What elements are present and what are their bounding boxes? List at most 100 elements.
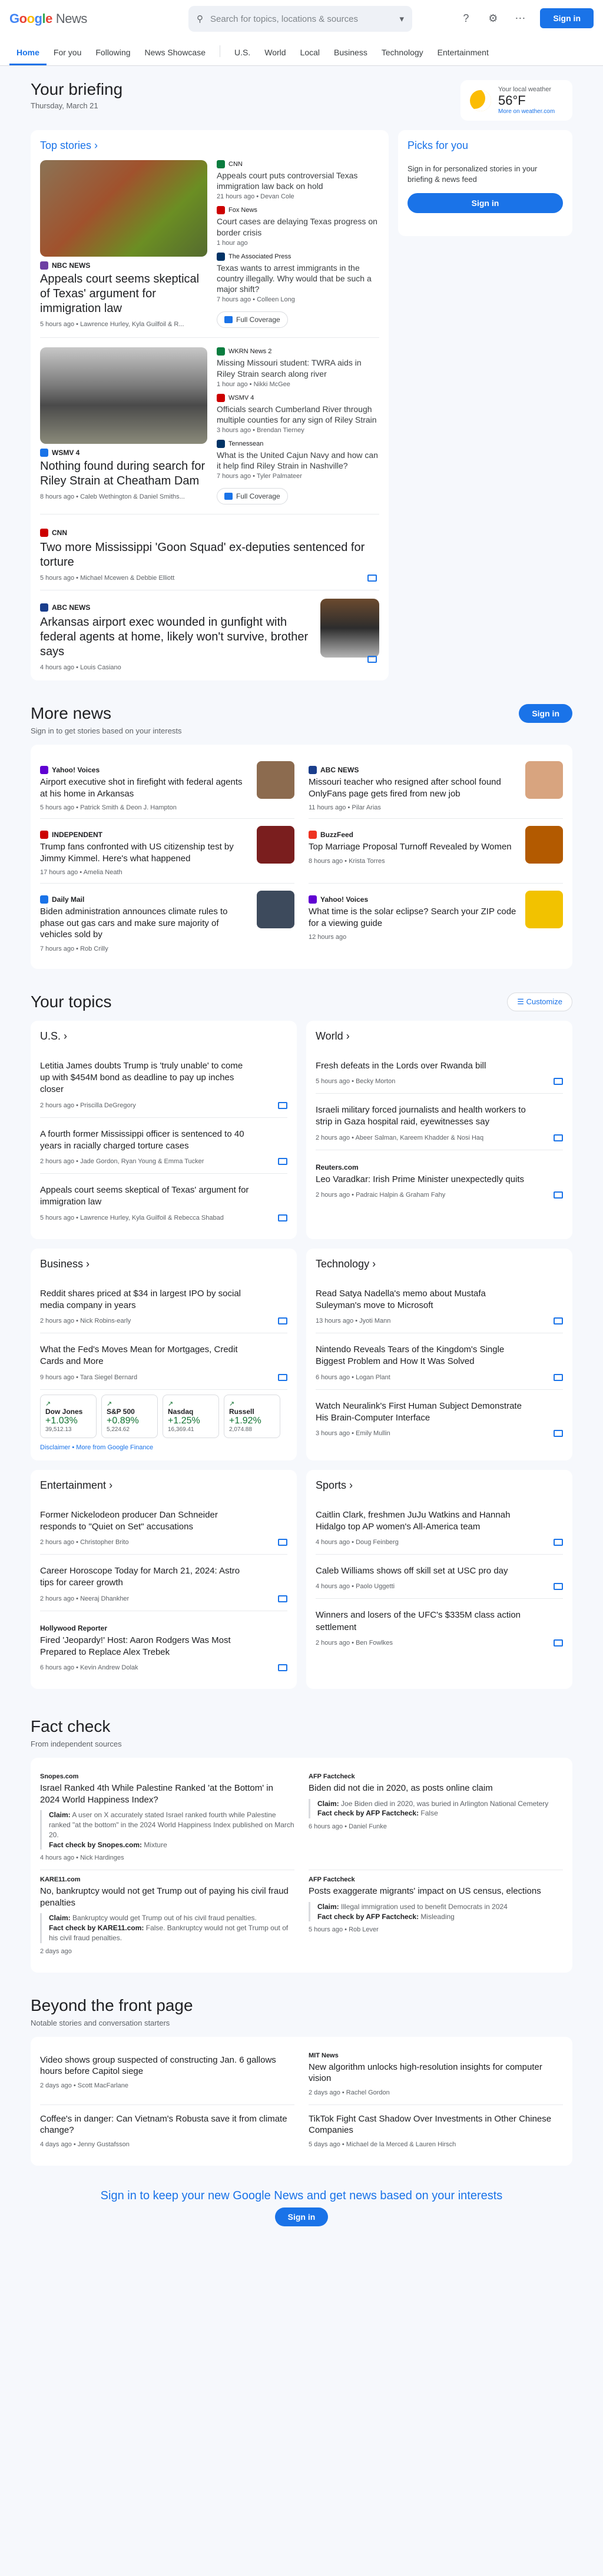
full-coverage-icon[interactable] — [278, 1317, 287, 1325]
topic-story[interactable]: Winners and losers of the UFC's $335M cl… — [316, 1599, 563, 1655]
full-coverage-icon[interactable] — [278, 1595, 287, 1602]
more-news-headline[interactable]: Missouri teacher who resigned after scho… — [309, 776, 518, 799]
related-headline[interactable]: Appeals court puts controversial Texas i… — [217, 170, 379, 191]
story-image[interactable] — [525, 761, 563, 799]
more-news-headline[interactable]: What time is the solar eclipse? Search y… — [309, 906, 518, 929]
top-stories-link[interactable]: Top stories › — [40, 140, 379, 152]
main-headline[interactable]: Appeals court seems skeptical of Texas' … — [40, 272, 207, 316]
row-headline[interactable]: Arkansas airport exec wounded in gunfigh… — [40, 615, 311, 659]
front-page-headline[interactable]: New algorithm unlocks high-resolution in… — [309, 2062, 563, 2084]
weather-more-link[interactable]: More on weather.com — [498, 108, 555, 115]
more-news-item[interactable]: Daily Mail Biden administration announce… — [40, 884, 294, 960]
row-headline[interactable]: Two more Mississippi 'Goon Squad' ex-dep… — [40, 540, 379, 570]
picks-signin-button[interactable]: Sign in — [407, 193, 563, 214]
front-page-headline[interactable]: Coffee's in danger: Can Vietnam's Robust… — [40, 2113, 294, 2136]
story-image[interactable] — [525, 826, 563, 864]
nav-tab-u-s-[interactable]: U.S. — [227, 48, 257, 65]
story-image[interactable] — [257, 826, 294, 864]
gear-icon[interactable]: ⚙ — [486, 11, 500, 25]
topic-story[interactable]: A fourth former Mississippi officer is s… — [40, 1118, 287, 1174]
topic-headline[interactable]: Leo Varadkar: Irish Prime Minister unexp… — [316, 1174, 528, 1186]
more-news-signin-button[interactable]: Sign in — [519, 704, 572, 723]
topic-title-link[interactable]: Business › — [40, 1258, 287, 1270]
related-story[interactable]: Tennessean What is the United Cajun Navy… — [217, 440, 379, 480]
more-news-item[interactable]: Yahoo! Voices What time is the solar ecl… — [309, 884, 563, 960]
topic-headline[interactable]: Letitia James doubts Trump is 'truly una… — [40, 1060, 252, 1096]
topic-headline[interactable]: A fourth former Mississippi officer is s… — [40, 1128, 252, 1153]
fact-check-headline[interactable]: Posts exaggerate migrants' impact on US … — [309, 1885, 563, 1897]
nav-tab-for-you[interactable]: For you — [47, 48, 88, 65]
stock-tile[interactable]: ↗ Nasdaq +1.25% 16,369.41 — [163, 1394, 219, 1438]
stock-tile[interactable]: ↗ Russell +1.92% 2,074.88 — [224, 1394, 280, 1438]
topic-story[interactable]: Caleb Williams shows off skill set at US… — [316, 1555, 563, 1599]
customize-button[interactable]: ☰ Customize — [507, 992, 572, 1011]
nav-tab-local[interactable]: Local — [293, 48, 327, 65]
full-coverage-icon[interactable] — [554, 1134, 563, 1141]
nav-tab-home[interactable]: Home — [9, 48, 47, 65]
more-news-item[interactable]: Yahoo! Voices Airport executive shot in … — [40, 754, 294, 819]
story-image[interactable] — [525, 891, 563, 929]
story-image[interactable] — [40, 347, 207, 444]
full-coverage-icon[interactable] — [554, 1539, 563, 1546]
topic-story[interactable]: Hollywood Reporter Fired 'Jeopardy!' Hos… — [40, 1611, 287, 1680]
main-headline[interactable]: Nothing found during search for Riley St… — [40, 459, 207, 489]
full-coverage-icon[interactable] — [554, 1639, 563, 1646]
fact-check-headline[interactable]: Biden did not die in 2020, as posts onli… — [309, 1782, 563, 1794]
topic-headline[interactable]: Nintendo Reveals Tears of the Kingdom's … — [316, 1344, 528, 1368]
google-news-logo[interactable]: Google News — [9, 11, 87, 26]
full-coverage-icon[interactable] — [278, 1539, 287, 1546]
topic-headline[interactable]: Read Satya Nadella's memo about Mustafa … — [316, 1288, 528, 1312]
topic-headline[interactable]: Caitlin Clark, freshmen JuJu Watkins and… — [316, 1509, 528, 1533]
front-page-item[interactable]: Video shows group suspected of construct… — [40, 2046, 294, 2105]
more-news-item[interactable]: BuzzFeed Top Marriage Proposal Turnoff R… — [309, 819, 563, 884]
fact-check-item[interactable]: AFP Factcheck Posts exaggerate migrants'… — [309, 1870, 563, 1963]
full-coverage-icon[interactable] — [554, 1430, 563, 1438]
full-coverage-icon[interactable] — [278, 1214, 287, 1221]
nav-tab-news-showcase[interactable]: News Showcase — [138, 48, 213, 65]
related-story[interactable]: The Associated Press Texas wants to arre… — [217, 252, 379, 303]
fact-check-headline[interactable]: Israel Ranked 4th While Palestine Ranked… — [40, 1782, 294, 1805]
apps-grid-icon[interactable]: ⋯ — [513, 11, 527, 25]
search-bar[interactable]: ⚲ Search for topics, locations & sources… — [188, 6, 412, 32]
related-headline[interactable]: Officials search Cumberland River throug… — [217, 404, 379, 425]
stock-tile[interactable]: ↗ S&P 500 +0.89% 5,224.62 — [101, 1394, 158, 1438]
topic-story[interactable]: Appeals court seems skeptical of Texas' … — [40, 1174, 287, 1230]
full-coverage-icon[interactable] — [278, 1373, 287, 1381]
help-icon[interactable]: ? — [459, 11, 473, 25]
more-news-item[interactable]: INDEPENDENT Trump fans confronted with U… — [40, 819, 294, 884]
topic-headline[interactable]: Watch Neuralink's First Human Subject De… — [316, 1400, 528, 1425]
related-story[interactable]: Fox News Court cases are delaying Texas … — [217, 206, 379, 247]
front-page-headline[interactable]: TikTok Fight Cast Shadow Over Investment… — [309, 2113, 563, 2136]
full-coverage-icon[interactable] — [554, 1583, 563, 1591]
weather-widget[interactable]: Your local weather 56°F More on weather.… — [460, 80, 572, 121]
more-news-headline[interactable]: Trump fans confronted with US citizenshi… — [40, 841, 250, 864]
nav-tab-entertainment[interactable]: Entertainment — [430, 48, 496, 65]
stock-tile[interactable]: ↗ Dow Jones +1.03% 39,512.13 — [40, 1394, 97, 1438]
related-story[interactable]: WKRN News 2 Missing Missouri student: TW… — [217, 347, 379, 388]
related-story[interactable]: WSMV 4 Officials search Cumberland River… — [217, 393, 379, 434]
topic-title-link[interactable]: Technology › — [316, 1258, 563, 1270]
topic-story[interactable]: Reuters.com Leo Varadkar: Irish Prime Mi… — [316, 1150, 563, 1207]
full-coverage-icon[interactable] — [367, 575, 377, 582]
full-coverage-icon[interactable] — [278, 1158, 287, 1166]
front-page-headline[interactable]: Video shows group suspected of construct… — [40, 2054, 294, 2077]
topic-title-link[interactable]: Entertainment › — [40, 1479, 287, 1492]
topic-story[interactable]: Nintendo Reveals Tears of the Kingdom's … — [316, 1333, 563, 1390]
story-image[interactable] — [257, 761, 294, 799]
topic-story[interactable]: Watch Neuralink's First Human Subject De… — [316, 1390, 563, 1446]
more-news-item[interactable]: ABC NEWS Missouri teacher who resigned a… — [309, 754, 563, 819]
full-coverage-icon[interactable] — [554, 1317, 563, 1325]
front-page-item[interactable]: TikTok Fight Cast Shadow Over Investment… — [309, 2105, 563, 2156]
topic-headline[interactable]: Career Horoscope Today for March 21, 202… — [40, 1565, 252, 1589]
more-news-headline[interactable]: Biden administration announces climate r… — [40, 906, 250, 941]
fact-check-item[interactable]: AFP Factcheck Biden did not die in 2020,… — [309, 1767, 563, 1871]
finance-disclaimer-link[interactable]: Disclaimer • More from Google Finance — [40, 1444, 287, 1451]
full-coverage-icon[interactable] — [554, 1191, 563, 1199]
topic-title-link[interactable]: World › — [316, 1030, 563, 1043]
full-coverage-icon[interactable] — [278, 1664, 287, 1672]
topic-headline[interactable]: Appeals court seems skeptical of Texas' … — [40, 1184, 252, 1209]
topic-story[interactable]: Former Nickelodeon producer Dan Schneide… — [40, 1499, 287, 1555]
full-coverage-icon[interactable] — [367, 656, 377, 663]
nav-tab-world[interactable]: World — [257, 48, 293, 65]
full-coverage-icon[interactable] — [554, 1078, 563, 1085]
